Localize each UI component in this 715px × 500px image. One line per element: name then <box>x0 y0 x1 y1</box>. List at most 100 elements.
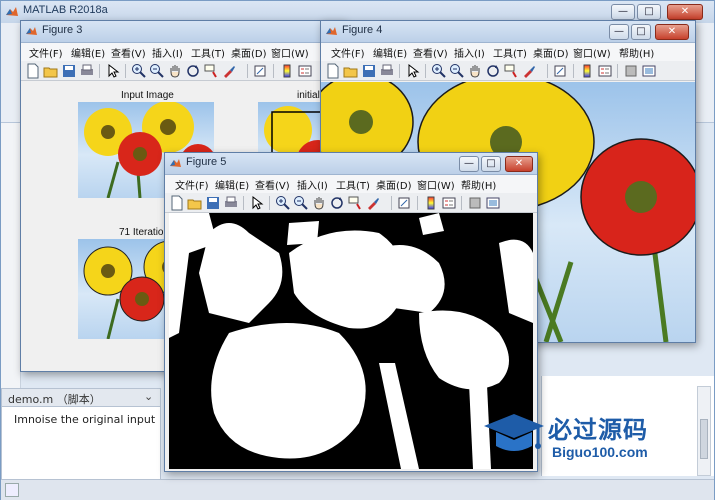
figure-5-menubar: 文件(F) 编辑(E) 查看(V) 插入(I) 工具(T) 桌面(D) 窗口(W… <box>165 175 537 193</box>
main-minimize-button[interactable]: — <box>611 4 635 20</box>
main-window-title: MATLAB R2018a <box>23 4 108 16</box>
new-figure-icon[interactable] <box>325 63 341 79</box>
menu-help[interactable]: 帮助(H) <box>461 177 496 192</box>
menu-file[interactable]: 文件(F) <box>29 45 63 60</box>
legend-icon[interactable] <box>597 63 613 79</box>
data-cursor-icon[interactable] <box>347 195 363 211</box>
open-icon[interactable] <box>187 195 203 211</box>
show-tools-icon[interactable] <box>485 195 501 211</box>
link-icon[interactable] <box>553 63 569 79</box>
rotate-icon[interactable] <box>329 195 345 211</box>
figure-4-titlebar[interactable]: Figure 4 — □ ✕ <box>321 21 695 43</box>
edit-plot-icon[interactable] <box>105 63 121 79</box>
menu-desktop[interactable]: 桌面(D) <box>376 177 412 192</box>
menu-window[interactable]: 窗口(W) <box>271 45 309 60</box>
save-icon[interactable] <box>205 195 221 211</box>
colorbar-icon[interactable] <box>423 195 439 211</box>
editor-tab[interactable]: demo.m （脚本） ⌄ <box>2 389 160 407</box>
watermark-title: 必过源码 <box>548 416 648 444</box>
new-figure-icon[interactable] <box>169 195 185 211</box>
colorbar-icon[interactable] <box>579 63 595 79</box>
zoom-in-icon[interactable] <box>131 63 147 79</box>
figure-3-titlebar[interactable]: Figure 3 <box>21 21 344 43</box>
menu-insert[interactable]: 插入(I) <box>454 45 485 60</box>
menu-edit[interactable]: 编辑(E) <box>215 177 249 192</box>
brush-icon[interactable] <box>221 63 237 79</box>
open-icon[interactable] <box>43 63 59 79</box>
zoom-out-icon[interactable] <box>149 63 165 79</box>
legend-icon[interactable] <box>441 195 457 211</box>
menu-edit[interactable]: 编辑(E) <box>373 45 407 60</box>
menu-view[interactable]: 查看(V) <box>255 177 290 192</box>
site-watermark: 必过源码 Biguo100.com <box>482 408 702 468</box>
figure-5-titlebar[interactable]: Figure 5 — □ ✕ <box>165 153 537 175</box>
menu-file[interactable]: 文件(F) <box>331 45 365 60</box>
menu-window[interactable]: 窗口(W) <box>417 177 455 192</box>
brush-icon[interactable] <box>365 195 381 211</box>
menu-insert[interactable]: 插入(I) <box>297 177 328 192</box>
zoom-out-icon[interactable] <box>293 195 309 211</box>
data-cursor-icon[interactable] <box>203 63 219 79</box>
menu-window[interactable]: 窗口(W) <box>573 45 611 60</box>
data-cursor-icon[interactable] <box>503 63 519 79</box>
edit-plot-icon[interactable] <box>249 195 265 211</box>
figure-4-close-button[interactable]: ✕ <box>655 24 689 40</box>
main-maximize-button[interactable]: □ <box>637 4 661 20</box>
hide-tools-icon[interactable] <box>623 63 639 79</box>
figure-4-minimize-button[interactable]: — <box>609 24 629 40</box>
open-icon[interactable] <box>343 63 359 79</box>
figure-4-maximize-button[interactable]: □ <box>631 24 651 40</box>
figure-5-minimize-button[interactable]: — <box>459 156 479 172</box>
menu-insert[interactable]: 插入(I) <box>152 45 183 60</box>
hide-tools-icon[interactable] <box>467 195 483 211</box>
editor-text[interactable]: Imnoise the original input <box>14 413 155 426</box>
chevron-down-icon[interactable]: ⌄ <box>144 390 153 403</box>
subplot-title-iteration: 71 Iteration <box>119 227 170 238</box>
menu-desktop[interactable]: 桌面(D) <box>231 45 267 60</box>
pan-icon[interactable] <box>311 195 327 211</box>
toolbar-separator <box>547 64 548 78</box>
zoom-in-icon[interactable] <box>275 195 291 211</box>
main-close-button[interactable]: ✕ <box>667 4 703 20</box>
colorbar-icon[interactable] <box>279 63 295 79</box>
zoom-out-icon[interactable] <box>449 63 465 79</box>
legend-icon[interactable] <box>297 63 313 79</box>
save-icon[interactable] <box>361 63 377 79</box>
menu-tools[interactable]: 工具(T) <box>191 45 225 60</box>
menu-file[interactable]: 文件(F) <box>175 177 209 192</box>
status-grip-icon <box>5 483 19 497</box>
print-icon[interactable] <box>223 195 239 211</box>
menu-tools[interactable]: 工具(T) <box>493 45 527 60</box>
menu-view[interactable]: 查看(V) <box>111 45 146 60</box>
rotate-icon[interactable] <box>185 63 201 79</box>
figure-5-maximize-button[interactable]: □ <box>481 156 501 172</box>
pan-icon[interactable] <box>467 63 483 79</box>
figure-3-title: Figure 3 <box>42 24 83 36</box>
figure-5-binary-mask[interactable] <box>169 213 533 469</box>
toolbar-separator <box>425 64 426 78</box>
pan-icon[interactable] <box>167 63 183 79</box>
toolbar-separator <box>243 196 244 210</box>
brush-icon[interactable] <box>521 63 537 79</box>
menu-help[interactable]: 帮助(H) <box>619 45 654 60</box>
show-tools-icon[interactable] <box>641 63 657 79</box>
zoom-in-icon[interactable] <box>431 63 447 79</box>
editor-file-label: demo.m （脚本） <box>8 393 101 406</box>
new-figure-icon[interactable] <box>25 63 41 79</box>
print-icon[interactable] <box>79 63 95 79</box>
toolbar-separator <box>125 64 126 78</box>
save-icon[interactable] <box>61 63 77 79</box>
watermark-subtitle: Biguo100.com <box>552 444 648 460</box>
menu-desktop[interactable]: 桌面(D) <box>533 45 569 60</box>
menu-edit[interactable]: 编辑(E) <box>71 45 105 60</box>
toolbar-separator <box>391 196 392 210</box>
matlab-figure-icon <box>26 27 37 35</box>
print-icon[interactable] <box>379 63 395 79</box>
menu-view[interactable]: 查看(V) <box>413 45 448 60</box>
figure-5-close-button[interactable]: ✕ <box>505 156 533 172</box>
edit-plot-icon[interactable] <box>405 63 421 79</box>
link-icon[interactable] <box>397 195 413 211</box>
rotate-icon[interactable] <box>485 63 501 79</box>
link-icon[interactable] <box>253 63 269 79</box>
menu-tools[interactable]: 工具(T) <box>336 177 370 192</box>
